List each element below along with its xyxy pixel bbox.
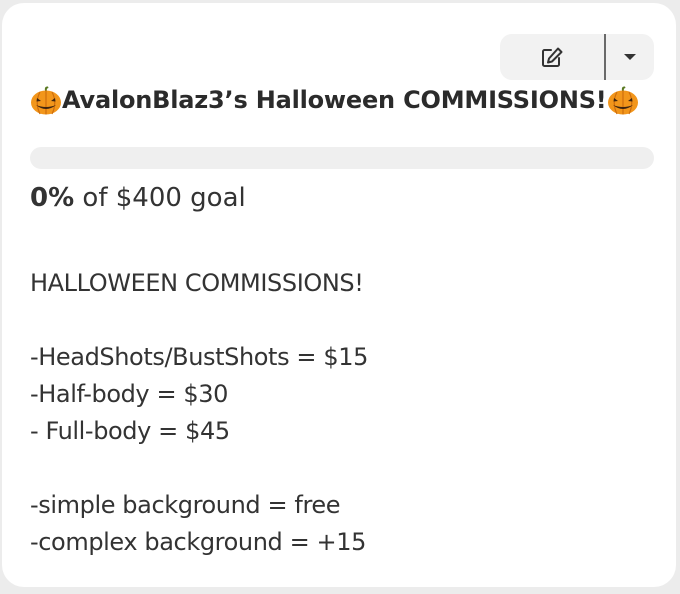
edit-button[interactable]: [500, 34, 606, 80]
goal-amount: of $400 goal: [74, 183, 246, 213]
caret-down-icon: [624, 54, 636, 60]
goal-progress-text: 0% of $400 goal: [30, 181, 246, 215]
background-price-item: -simple background = free: [30, 491, 341, 519]
price-item: - Full-body = $45: [30, 417, 230, 445]
goal-description: HALLOWEEN COMMISSIONS! -HeadShots/BustSh…: [30, 265, 368, 561]
background-price-item: -complex background = +15: [30, 528, 366, 556]
goal-title: AvalonBlaz3’s Halloween COMMISSIONS!: [30, 84, 639, 116]
price-item: -Half-body = $30: [30, 380, 229, 408]
edit-pencil-icon: [542, 47, 563, 67]
price-item: -HeadShots/BustShots = $15: [30, 343, 368, 371]
goal-title-text: AvalonBlaz3’s Halloween COMMISSIONS!: [62, 86, 607, 114]
goal-progress-bar: [30, 147, 654, 169]
dropdown-button[interactable]: [606, 34, 654, 80]
jack-o-lantern-icon: [607, 86, 638, 115]
description-heading: HALLOWEEN COMMISSIONS!: [30, 269, 364, 297]
goal-percent: 0%: [30, 183, 75, 213]
jack-o-lantern-icon: [31, 86, 61, 115]
goal-card: AvalonBlaz3’s Halloween COMMISSIONS! 0% …: [2, 3, 676, 587]
edit-button-group: [500, 34, 654, 80]
